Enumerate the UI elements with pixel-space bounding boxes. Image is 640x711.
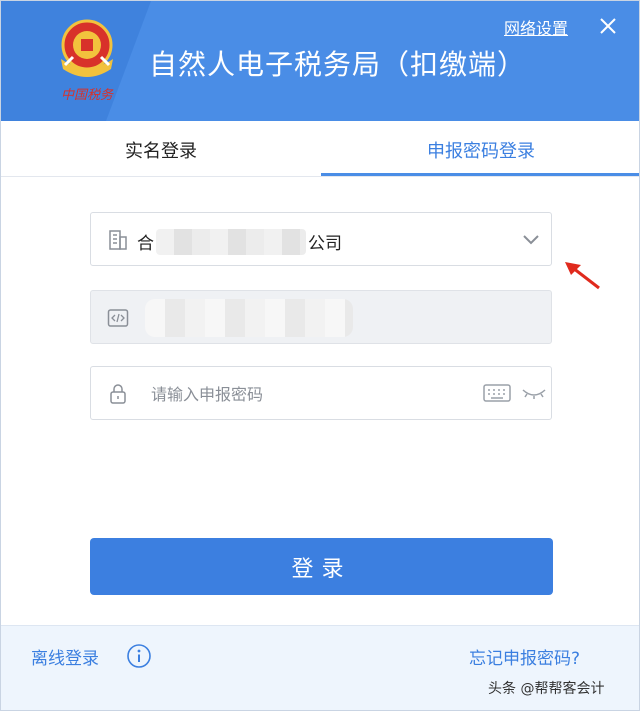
active-tab-indicator xyxy=(321,173,639,176)
forgot-password-link[interactable]: 忘记申报密码? xyxy=(469,644,580,669)
redacted-company-name xyxy=(156,229,306,255)
info-icon[interactable] xyxy=(126,643,152,669)
chevron-down-icon[interactable] xyxy=(521,231,541,247)
company-select[interactable]: 合 公司 xyxy=(90,212,552,266)
watermark-text: 头条 @帮帮客会计 xyxy=(488,681,605,697)
password-field xyxy=(90,366,552,421)
app-title: 自然人电子税务局（扣缴端） xyxy=(149,48,527,81)
offline-login-link[interactable]: 离线登录 xyxy=(31,644,99,669)
close-icon[interactable] xyxy=(597,15,619,37)
keyboard-icon[interactable] xyxy=(483,383,511,403)
building-icon xyxy=(109,230,127,250)
login-mode-tabs: 实名登录 申报密码登录 xyxy=(1,121,639,177)
emblem-caption: 中国税务 xyxy=(61,88,114,103)
tab-real-name-login[interactable]: 实名登录 xyxy=(1,121,321,176)
company-name: 合 公司 xyxy=(137,229,342,255)
lock-icon xyxy=(110,384,126,404)
company-name-suffix: 公司 xyxy=(308,234,342,254)
tax-id-field xyxy=(90,290,552,344)
login-window: 中国税务 自然人电子税务局（扣缴端） 网络设置 实名登录 申报密码登录 合 公司 xyxy=(0,0,640,711)
header-bar: 中国税务 自然人电子税务局（扣缴端） 网络设置 xyxy=(1,1,639,121)
redacted-tax-id xyxy=(145,299,353,337)
tab-declaration-password-login[interactable]: 申报密码登录 xyxy=(321,121,639,176)
tax-emblem-logo: 中国税务 xyxy=(61,19,114,103)
eye-closed-icon[interactable] xyxy=(521,383,547,403)
company-name-prefix: 合 xyxy=(137,234,154,254)
red-arrow-annotation xyxy=(565,262,600,290)
password-input[interactable] xyxy=(149,367,473,421)
footer-bar: 离线登录 忘记申报密码? 头条 @帮帮客会计 xyxy=(1,625,639,710)
code-icon xyxy=(107,309,129,327)
network-settings-link[interactable]: 网络设置 xyxy=(504,15,568,39)
login-button[interactable]: 登录 xyxy=(90,538,553,595)
